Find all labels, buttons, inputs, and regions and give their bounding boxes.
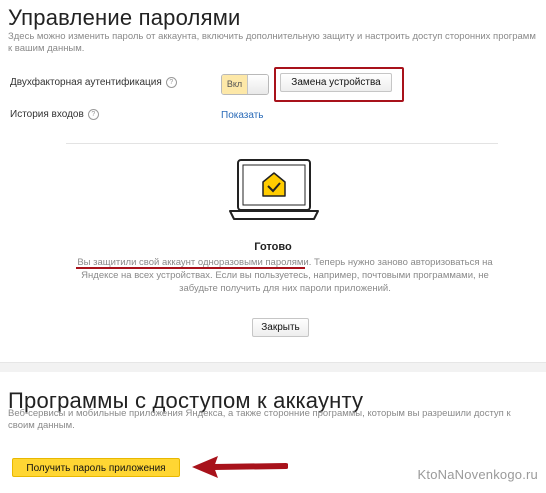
show-login-history-link[interactable]: Показать (221, 110, 264, 121)
help-icon[interactable]: ? (87, 109, 99, 120)
toggle-knob[interactable] (247, 75, 268, 94)
password-management-section: Управление паролями Здесь можно изменить… (0, 0, 546, 362)
done-text: Вы защитили свой аккаунт одноразовыми па… (77, 257, 493, 294)
replace-device-button[interactable]: Замена устройства (280, 73, 392, 92)
section-title: Управление паролями (8, 5, 241, 30)
two-factor-label: Двухфакторная аутентификация? (10, 77, 177, 88)
help-icon[interactable]: ? (165, 77, 177, 88)
done-title: Готово (254, 241, 292, 253)
annotation-arrow-icon (192, 456, 288, 478)
laptop-shield-icon (229, 159, 319, 220)
login-history-label-text: История входов (10, 109, 84, 120)
two-factor-toggle[interactable]: Вкл (221, 74, 269, 95)
section-description: Веб-сервисы и мобильные приложения Яндек… (8, 408, 511, 431)
section-description: Здесь можно изменить пароль от аккаунта,… (8, 31, 536, 54)
login-history-label: История входов? (10, 109, 99, 120)
watermark: KtoNaNovenkogo.ru (417, 467, 538, 482)
get-app-password-button[interactable]: Получить пароль приложения (12, 458, 180, 477)
two-factor-label-text: Двухфакторная аутентификация (10, 77, 162, 88)
done-card-divider (66, 143, 498, 144)
toggle-on-label: Вкл (222, 75, 247, 94)
section-divider (0, 362, 546, 372)
close-button[interactable]: Закрыть (252, 318, 309, 337)
annotation-underline (76, 267, 305, 269)
